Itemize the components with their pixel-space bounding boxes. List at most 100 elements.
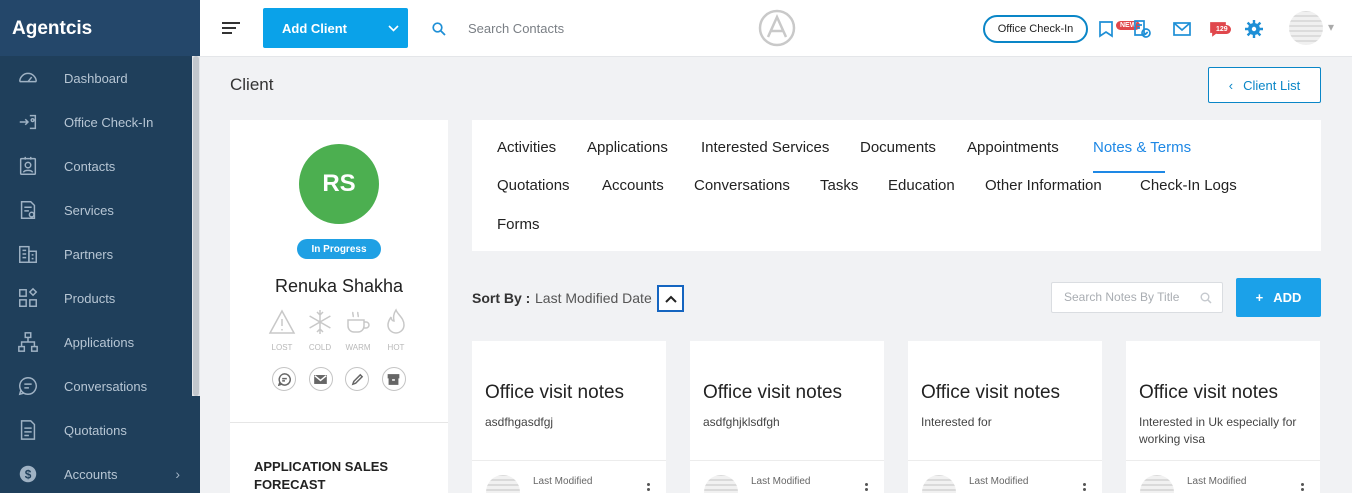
sidebar-item-products[interactable]: Products bbox=[0, 276, 200, 320]
note-footer: Last Modified bbox=[690, 460, 884, 493]
user-avatar[interactable] bbox=[1289, 11, 1323, 45]
sidebar-item-partners[interactable]: Partners bbox=[0, 232, 200, 276]
sidebar-item-label: Accounts bbox=[64, 466, 118, 482]
tab-other-information[interactable]: Other Information bbox=[985, 177, 1102, 194]
status-badge[interactable]: In Progress bbox=[297, 239, 381, 259]
tab-applications[interactable]: Applications bbox=[587, 139, 668, 156]
note-card[interactable]: Office visit notes asdfghjklsdfgh Last M… bbox=[690, 341, 884, 493]
sidebar-item-dashboard[interactable]: Dashboard bbox=[0, 56, 200, 100]
company-logo-icon bbox=[758, 9, 796, 47]
note-body: asdfghjklsdfgh bbox=[703, 415, 780, 429]
plus-icon: + bbox=[1255, 290, 1264, 305]
sidebar-item-label: Contacts bbox=[64, 158, 116, 174]
note-footer: Last Modified bbox=[908, 460, 1102, 493]
add-client-button[interactable]: Add Client bbox=[263, 8, 408, 48]
tab-conversations[interactable]: Conversations bbox=[694, 177, 790, 194]
client-list-button[interactable]: ‹ Client List bbox=[1208, 67, 1321, 103]
brand-logo[interactable]: Agentcis bbox=[0, 0, 200, 56]
snowflake-icon bbox=[309, 310, 331, 334]
sidebar-scrollbar-thumb[interactable] bbox=[193, 56, 199, 396]
search-icon bbox=[1200, 292, 1212, 304]
tab-quotations[interactable]: Quotations bbox=[497, 177, 570, 194]
note-footer: Last Modified bbox=[472, 460, 666, 493]
note-title: Office visit notes bbox=[921, 382, 1061, 403]
application-sales-forecast-heading: APPLICATION SALES FORECAST bbox=[254, 459, 389, 492]
tab-education[interactable]: Education bbox=[888, 177, 955, 194]
archive-button[interactable] bbox=[381, 367, 406, 391]
search-contacts-input[interactable] bbox=[468, 18, 668, 38]
chat-button[interactable] bbox=[272, 367, 296, 391]
more-options-icon[interactable] bbox=[1083, 483, 1086, 493]
announcements-icon[interactable] bbox=[1096, 19, 1116, 39]
sidebar-item-label: Services bbox=[64, 202, 114, 218]
sort-direction-button[interactable] bbox=[657, 285, 684, 312]
divider bbox=[230, 422, 448, 423]
sidebar-item-accounts[interactable]: $ Accounts › bbox=[0, 452, 200, 493]
chevron-down-icon[interactable] bbox=[378, 21, 408, 35]
tab-forms[interactable]: Forms bbox=[497, 216, 540, 233]
chevron-right-icon: › bbox=[175, 466, 180, 482]
search-icon bbox=[432, 22, 446, 36]
tab-notes-terms[interactable]: Notes & Terms bbox=[1093, 139, 1191, 156]
sidebar-item-label: Products bbox=[64, 290, 116, 306]
more-options-icon[interactable] bbox=[1301, 483, 1304, 493]
office-checkin-button[interactable]: Office Check-In bbox=[983, 15, 1088, 43]
rating-label: WARM bbox=[345, 343, 371, 352]
note-body: Interested in Uk especially for working … bbox=[1139, 415, 1297, 446]
email-button[interactable] bbox=[308, 367, 333, 391]
chevron-down-icon[interactable]: ▾ bbox=[1328, 20, 1334, 34]
note-card[interactable]: Office visit notes asdfhgasdfgj Last Mod… bbox=[472, 341, 666, 493]
sidebar-item-contacts[interactable]: Contacts bbox=[0, 144, 200, 188]
partners-icon bbox=[14, 240, 42, 268]
rating-label: COLD bbox=[308, 343, 332, 352]
flame-icon bbox=[387, 308, 405, 334]
sidebar-item-conversations[interactable]: Conversations bbox=[0, 364, 200, 408]
notes-search-input[interactable] bbox=[1064, 290, 1182, 304]
warning-icon bbox=[268, 309, 296, 334]
rating-lost[interactable]: LOST bbox=[267, 308, 297, 352]
sidebar-item-services[interactable]: Services bbox=[0, 188, 200, 232]
sort-by-label: Sort By : bbox=[472, 290, 531, 306]
add-note-button[interactable]: + ADD bbox=[1236, 278, 1321, 317]
mail-icon bbox=[314, 374, 327, 384]
tab-interested-services[interactable]: Interested Services bbox=[701, 139, 829, 156]
note-card[interactable]: Office visit notes Interested for Last M… bbox=[908, 341, 1102, 493]
author-avatar bbox=[922, 475, 956, 493]
sidebar-item-applications[interactable]: Applications bbox=[0, 320, 200, 364]
sidebar-item-office-checkin[interactable]: Office Check-In bbox=[0, 100, 200, 144]
sidebar: Agentcis Dashboard Office Check-In Conta… bbox=[0, 0, 200, 493]
note-body: asdfhgasdfgj bbox=[485, 415, 554, 429]
last-modified-label: Last Modified bbox=[533, 476, 593, 487]
accounts-icon: $ bbox=[14, 460, 42, 488]
tab-checkin-logs[interactable]: Check-In Logs bbox=[1140, 177, 1237, 194]
client-quick-actions bbox=[272, 367, 406, 391]
more-options-icon[interactable] bbox=[647, 483, 650, 493]
sort-by-value[interactable]: Last Modified Date bbox=[535, 290, 652, 306]
rating-cold[interactable]: COLD bbox=[305, 308, 335, 352]
chevron-left-icon: ‹ bbox=[1228, 77, 1234, 93]
sidebar-scrollbar[interactable] bbox=[192, 56, 200, 396]
tab-tasks[interactable]: Tasks bbox=[820, 177, 858, 194]
tasks-check-icon[interactable] bbox=[1132, 19, 1152, 39]
author-avatar bbox=[486, 475, 520, 493]
tab-appointments[interactable]: Appointments bbox=[967, 139, 1059, 156]
menu-toggle-icon[interactable] bbox=[222, 22, 240, 36]
office-checkin-icon bbox=[14, 108, 42, 136]
tab-activities[interactable]: Activities bbox=[497, 139, 556, 156]
note-card[interactable]: Office visit notes Interested in Uk espe… bbox=[1126, 341, 1320, 493]
contacts-icon bbox=[14, 152, 42, 180]
client-list-label: Client List bbox=[1243, 77, 1301, 93]
chat-icon bbox=[277, 372, 291, 386]
mail-icon[interactable] bbox=[1172, 19, 1192, 39]
note-title: Office visit notes bbox=[703, 382, 843, 403]
rating-hot[interactable]: HOT bbox=[381, 308, 411, 352]
gear-icon[interactable] bbox=[1244, 19, 1264, 39]
last-modified-label: Last Modified bbox=[969, 476, 1029, 487]
tab-documents[interactable]: Documents bbox=[860, 139, 936, 156]
active-tab-indicator bbox=[1093, 171, 1165, 173]
rating-warm[interactable]: WARM bbox=[343, 308, 373, 352]
more-options-icon[interactable] bbox=[865, 483, 868, 493]
sidebar-item-quotations[interactable]: Quotations bbox=[0, 408, 200, 452]
edit-button[interactable] bbox=[345, 367, 370, 391]
tab-accounts[interactable]: Accounts bbox=[602, 177, 664, 194]
